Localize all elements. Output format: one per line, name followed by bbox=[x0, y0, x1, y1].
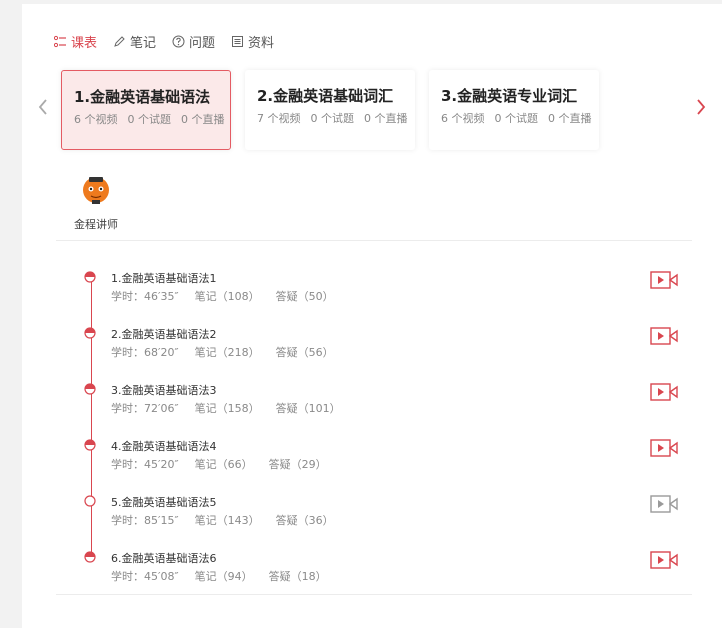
divider bbox=[56, 594, 692, 595]
lesson-title: 6.金融英语基础语法6 bbox=[111, 552, 217, 565]
lesson-meta: 学时：46′35″ 笔记（108） 答疑（50） bbox=[111, 288, 350, 304]
lesson-title: 2.金融英语基础语法2 bbox=[111, 328, 217, 341]
progress-dot bbox=[84, 551, 96, 563]
lesson-duration: 学时：72′06″ bbox=[111, 402, 179, 415]
pencil-icon bbox=[114, 36, 125, 47]
lesson-qa[interactable]: 答疑（29） bbox=[269, 458, 327, 471]
teacher-profile[interactable]: 金程讲师 bbox=[66, 170, 126, 232]
lesson-duration: 学时：45′20″ bbox=[111, 458, 179, 471]
lesson-title: 3.金融英语基础语法3 bbox=[111, 384, 217, 397]
live-count: 0 个直播 bbox=[181, 113, 225, 126]
progress-dot bbox=[84, 495, 96, 507]
course-meta: 6 个视频 0 个试题 0 个直播 bbox=[74, 111, 235, 127]
tab-questions[interactable]: 问题 bbox=[172, 32, 215, 51]
lesson-item[interactable]: 5.金融英语基础语法5 学时：85′15″ 笔记（143） 答疑（36） bbox=[74, 494, 694, 534]
video-play-icon[interactable] bbox=[650, 382, 678, 402]
lesson-qa[interactable]: 答疑（50） bbox=[276, 290, 334, 303]
tab-notes[interactable]: 笔记 bbox=[113, 32, 156, 51]
course-card[interactable]: 1.金融英语基础语法 6 个视频 0 个试题 0 个直播 bbox=[61, 70, 231, 150]
lesson-title: 1.金融英语基础语法1 bbox=[111, 272, 217, 285]
progress-dot bbox=[84, 439, 96, 451]
course-meta: 6 个视频 0 个试题 0 个直播 bbox=[441, 110, 602, 126]
teacher-name: 金程讲师 bbox=[74, 218, 118, 231]
document-icon bbox=[232, 36, 244, 47]
lesson-meta: 学时：72′06″ 笔记（158） 答疑（101） bbox=[111, 400, 357, 416]
question-icon bbox=[172, 35, 185, 48]
list-icon bbox=[54, 35, 66, 48]
lesson-meta: 学时：85′15″ 笔记（143） 答疑（36） bbox=[111, 512, 350, 528]
lesson-qa[interactable]: 答疑（56） bbox=[276, 346, 334, 359]
lesson-item[interactable]: 2.金融英语基础语法2 学时：68′20″ 笔记（218） 答疑（56） bbox=[74, 326, 694, 366]
tab-label: 资料 bbox=[248, 36, 275, 51]
video-play-icon[interactable] bbox=[650, 550, 678, 570]
course-panel: 课表 笔记 问题 资料 1.金融英语基础语法 6 个视频 0 个试题 0 个直播… bbox=[22, 4, 722, 628]
lesson-meta: 学时：45′20″ 笔记（66） 答疑（29） bbox=[111, 456, 343, 472]
avatar bbox=[78, 170, 114, 206]
course-title: 3.金融英语专业词汇 bbox=[441, 87, 578, 105]
lesson-notes[interactable]: 笔记（143） bbox=[195, 514, 260, 527]
lesson-notes[interactable]: 笔记（108） bbox=[195, 290, 260, 303]
lesson-title: 4.金融英语基础语法4 bbox=[111, 440, 217, 453]
tab-schedule[interactable]: 课表 bbox=[54, 32, 97, 51]
video-play-icon[interactable] bbox=[650, 494, 678, 514]
test-count: 0 个试题 bbox=[127, 113, 172, 126]
lesson-title: 5.金融英语基础语法5 bbox=[111, 496, 217, 509]
lesson-notes[interactable]: 笔记（158） bbox=[195, 402, 260, 415]
tab-label: 问题 bbox=[189, 36, 216, 51]
course-card[interactable]: 2.金融英语基础词汇 7 个视频 0 个试题 0 个直播 bbox=[245, 70, 415, 150]
progress-dot bbox=[84, 327, 96, 339]
lesson-notes[interactable]: 笔记（218） bbox=[195, 346, 260, 359]
video-play-icon[interactable] bbox=[650, 270, 678, 290]
tab-label: 笔记 bbox=[130, 36, 157, 51]
lesson-qa[interactable]: 答疑（18） bbox=[269, 570, 327, 583]
lesson-meta: 学时：45′08″ 笔记（94） 答疑（18） bbox=[111, 568, 343, 584]
course-meta: 7 个视频 0 个试题 0 个直播 bbox=[257, 110, 418, 126]
chevron-right-icon[interactable] bbox=[694, 96, 708, 118]
lesson-item[interactable]: 4.金融英语基础语法4 学时：45′20″ 笔记（66） 答疑（29） bbox=[74, 438, 694, 478]
lesson-item[interactable]: 1.金融英语基础语法1 学时：46′35″ 笔记（108） 答疑（50） bbox=[74, 270, 694, 310]
test-count: 0 个试题 bbox=[494, 112, 539, 125]
video-play-icon[interactable] bbox=[650, 326, 678, 346]
progress-dot bbox=[84, 383, 96, 395]
chevron-left-icon[interactable] bbox=[36, 96, 50, 118]
video-count: 7 个视频 bbox=[257, 112, 301, 125]
course-title: 2.金融英语基础词汇 bbox=[257, 87, 394, 105]
lesson-notes[interactable]: 笔记（66） bbox=[195, 458, 253, 471]
video-play-icon[interactable] bbox=[650, 438, 678, 458]
lesson-meta: 学时：68′20″ 笔记（218） 答疑（56） bbox=[111, 344, 350, 360]
video-count: 6 个视频 bbox=[74, 113, 118, 126]
progress-dot bbox=[84, 271, 96, 283]
test-count: 0 个试题 bbox=[310, 112, 355, 125]
lesson-duration: 学时：85′15″ bbox=[111, 514, 179, 527]
tab-materials[interactable]: 资料 bbox=[231, 32, 274, 51]
course-card[interactable]: 3.金融英语专业词汇 6 个视频 0 个试题 0 个直播 bbox=[429, 70, 599, 150]
live-count: 0 个直播 bbox=[548, 112, 592, 125]
lesson-qa[interactable]: 答疑（36） bbox=[276, 514, 334, 527]
lesson-item[interactable]: 3.金融英语基础语法3 学时：72′06″ 笔记（158） 答疑（101） bbox=[74, 382, 694, 422]
tab-label: 课表 bbox=[71, 36, 98, 51]
divider bbox=[56, 240, 692, 241]
course-title: 1.金融英语基础语法 bbox=[74, 88, 211, 106]
lesson-qa[interactable]: 答疑（101） bbox=[276, 402, 341, 415]
lesson-item[interactable]: 6.金融英语基础语法6 学时：45′08″ 笔记（94） 答疑（18） bbox=[74, 550, 694, 590]
lesson-duration: 学时：68′20″ bbox=[111, 346, 179, 359]
lesson-duration: 学时：46′35″ bbox=[111, 290, 179, 303]
lesson-duration: 学时：45′08″ bbox=[111, 570, 179, 583]
video-count: 6 个视频 bbox=[441, 112, 485, 125]
lesson-notes[interactable]: 笔记（94） bbox=[195, 570, 253, 583]
live-count: 0 个直播 bbox=[364, 112, 408, 125]
tab-bar: 课表 笔记 问题 资料 bbox=[54, 32, 274, 51]
